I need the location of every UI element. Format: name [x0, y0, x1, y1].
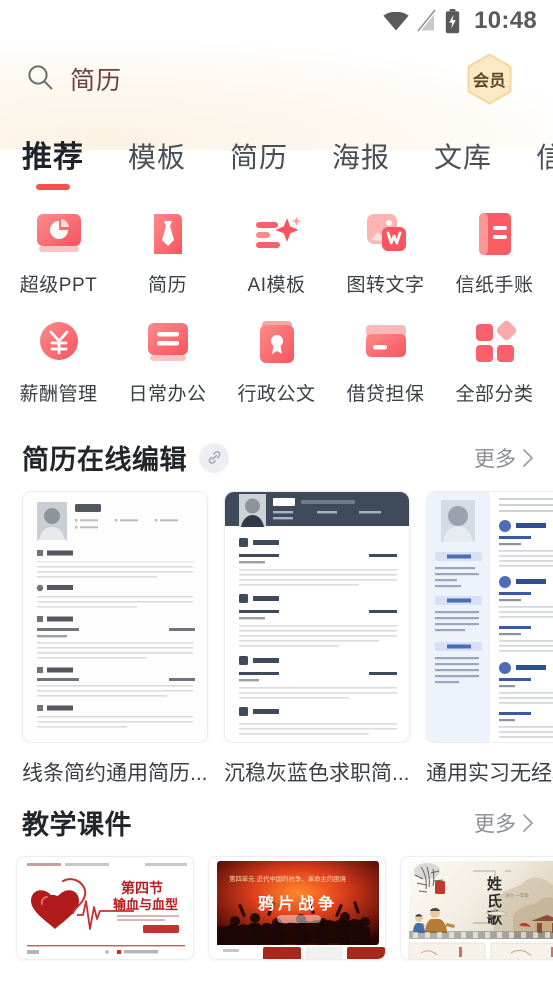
tab-label: 简历 — [230, 142, 289, 173]
image-to-word-icon — [360, 208, 412, 260]
category-AI模板[interactable]: AI模板 — [222, 202, 331, 305]
tab-海报[interactable]: 海报 — [332, 136, 390, 188]
category-薪酬管理[interactable]: 薪酬管理 — [4, 311, 113, 414]
category-借贷担保[interactable]: 借贷担保 — [331, 311, 440, 414]
credit-card-icon — [360, 317, 412, 369]
tab-label: 文库 — [434, 142, 493, 173]
category-全部分类[interactable]: 全部分类 — [440, 311, 549, 414]
tab-模板[interactable]: 模板 — [128, 136, 186, 188]
courseware-card[interactable]: 第四单元 近代中国的抗争、革命主的困境 鸦片战争 — [208, 856, 386, 960]
grid-squares-icon — [469, 317, 521, 369]
app-screen: 10:48 简历 会员 推荐 模板 简历 海报 文库 信 超级PPT 简历 AI… — [0, 0, 553, 983]
more-link-resume[interactable]: 更多 — [474, 443, 535, 473]
section-header-resume-online-edit: 简历在线编辑 更多 — [0, 422, 553, 487]
tab-label: 海报 — [332, 142, 391, 173]
chevron-right-icon — [523, 448, 533, 467]
svg-text:氏: 氏 — [487, 892, 502, 910]
resume-card[interactable] — [426, 491, 553, 743]
search-row: 简历 会员 — [0, 42, 553, 116]
tab-label: 模板 — [128, 142, 187, 173]
battery-charging-icon — [445, 8, 460, 34]
category-label: 行政公文 — [237, 384, 316, 405]
svg-text:输血与血型: 输血与血型 — [113, 897, 178, 913]
category-日常办公[interactable]: 日常办公 — [113, 311, 222, 414]
resume-card[interactable] — [224, 491, 410, 743]
wifi-icon — [383, 11, 409, 31]
vip-label: 会员 — [472, 73, 506, 90]
resume-card[interactable] — [22, 491, 208, 743]
resume-card-titles: 线条简约通用简历... 沉稳灰蓝色求职简... 通用实习无经验... — [0, 743, 553, 787]
search-bar[interactable]: 简历 — [26, 61, 466, 97]
category-行政公文[interactable]: 行政公文 — [222, 311, 331, 414]
tab-推荐[interactable]: 推荐 — [22, 132, 84, 190]
svg-text:第四单元 近代中国的抗争、革命主的困境: 第四单元 近代中国的抗争、革命主的困境 — [229, 874, 347, 883]
svg-text:第四节: 第四节 — [121, 880, 163, 897]
status-bar-clock: 10:48 — [474, 7, 537, 34]
resume-card-title: 沉稳灰蓝色求职简... — [224, 762, 410, 785]
monitor-pie-chart-icon — [33, 208, 85, 260]
monitor-lines-icon — [142, 317, 194, 369]
chevron-right-icon — [523, 813, 533, 832]
svg-text:语文 一年级: 语文 一年级 — [505, 892, 529, 899]
category-简历[interactable]: 简历 — [113, 202, 222, 305]
tab-label: 信纸 — [536, 142, 553, 173]
resume-card-title: 通用实习无经验... — [426, 762, 553, 785]
category-label: 超级PPT — [19, 275, 98, 296]
category-图转文字[interactable]: 图转文字 — [331, 202, 440, 305]
category-超级PPT[interactable]: 超级PPT — [4, 202, 113, 305]
courseware-card[interactable]: 第四节 输血与血型 — [16, 856, 194, 960]
category-shortcut-grid: 超级PPT 简历 AI模板 图转文字 信纸手账 薪酬管理 日常办公 行政公文 借… — [0, 188, 553, 422]
courseware-card-carousel[interactable]: 第四节 输血与血型 第四单元 近代中国的抗争、革命主的困境 鸦片战争 姓 氏 歌… — [0, 852, 553, 960]
clipboard-seal-icon — [251, 317, 303, 369]
tab-信纸[interactable]: 信纸 — [536, 136, 553, 188]
search-input[interactable]: 简历 — [70, 61, 122, 97]
more-label: 更多 — [474, 447, 516, 471]
search-icon — [26, 63, 54, 96]
tab-简历[interactable]: 简历 — [230, 136, 288, 188]
category-label: 全部分类 — [455, 384, 534, 405]
tab-active-indicator — [36, 184, 70, 190]
vip-member-button[interactable]: 会员 — [466, 53, 513, 105]
section-title: 简历在线编辑 — [22, 445, 187, 475]
category-label: 简历 — [147, 275, 187, 296]
category-信纸手账[interactable]: 信纸手账 — [440, 202, 549, 305]
section-header-teaching-courseware: 教学课件 更多 — [0, 787, 553, 852]
category-label: AI模板 — [247, 275, 306, 296]
category-tab-bar[interactable]: 推荐 模板 简历 海报 文库 信纸 — [0, 116, 553, 190]
letter-paper-icon — [469, 208, 521, 260]
more-label: 更多 — [474, 812, 516, 836]
resume-card-carousel[interactable] — [0, 487, 553, 743]
category-label: 薪酬管理 — [19, 384, 98, 405]
svg-text:姓: 姓 — [487, 875, 502, 893]
resume-card-title: 线条简约通用简历... — [22, 762, 208, 785]
category-label: 借贷担保 — [346, 384, 425, 405]
necktie-document-icon — [142, 208, 194, 260]
signal-off-icon — [417, 9, 437, 33]
yuan-circle-icon — [33, 317, 85, 369]
more-link-courseware[interactable]: 更多 — [474, 808, 535, 838]
courseware-card[interactable]: 姓 氏 歌 语文 一年级 — [400, 856, 553, 960]
category-label: 信纸手账 — [455, 275, 534, 296]
tab-文库[interactable]: 文库 — [434, 136, 492, 188]
ai-sparkle-lines-icon — [251, 208, 303, 260]
category-label: 图转文字 — [346, 275, 425, 296]
status-bar: 10:48 — [0, 0, 553, 42]
link-chip-icon[interactable] — [199, 442, 229, 473]
section-title: 教学课件 — [22, 810, 132, 840]
category-label: 日常办公 — [128, 384, 207, 405]
tab-label: 推荐 — [22, 141, 84, 174]
svg-text:鸦片战争: 鸦片战争 — [258, 894, 338, 913]
